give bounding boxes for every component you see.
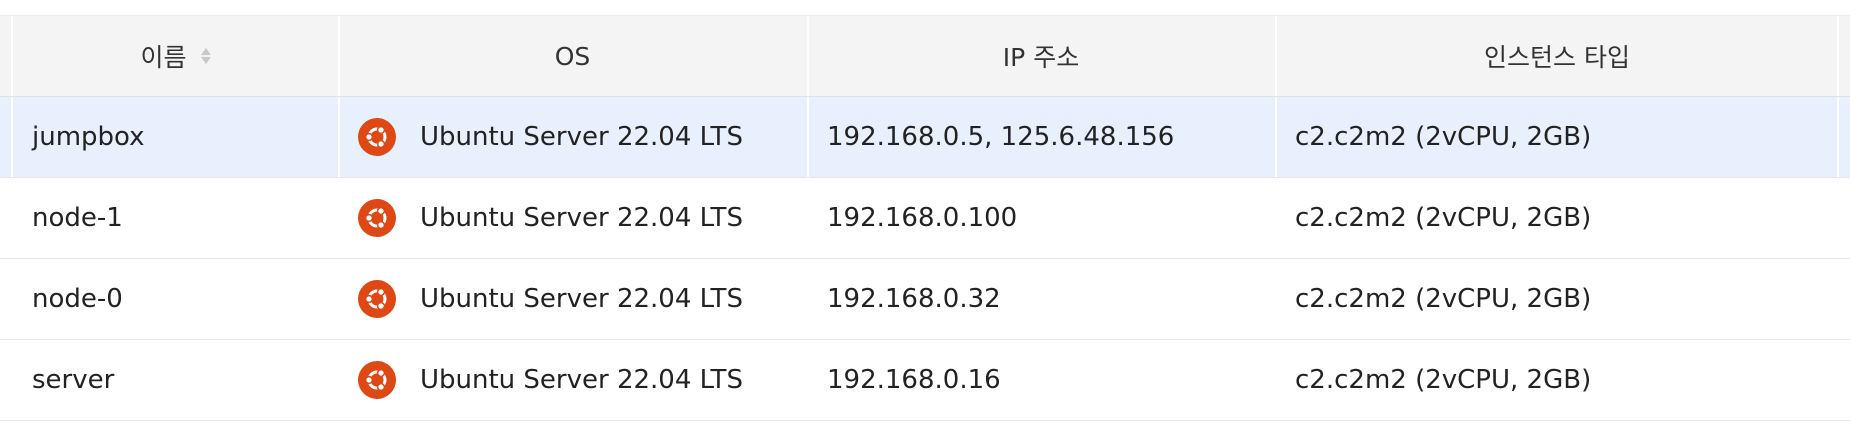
table-row[interactable]: node-1 Ubuntu Server 22.04 LTS 192.168.0… (0, 178, 1850, 259)
column-header-name-label: 이름 (140, 43, 187, 72)
instance-table: 이름 OS IP 주소 인스턴스 타입 jumpbox Ubuntu Serve… (0, 15, 1850, 421)
instance-name[interactable]: jumpbox (32, 122, 145, 152)
os-name: Ubuntu Server 22.04 LTS (420, 365, 743, 395)
instance-type: c2.c2m2 (2vCPU, 2GB) (1295, 122, 1592, 152)
column-header-instance-type: 인스턴스 타입 (1275, 16, 1839, 96)
cell-os: Ubuntu Server 22.04 LTS (338, 178, 807, 258)
ip-address: 192.168.0.16 (827, 365, 1001, 395)
ip-address: 192.168.0.32 (827, 284, 1001, 314)
cell-instance-type: c2.c2m2 (2vCPU, 2GB) (1275, 97, 1839, 177)
column-header-instance-type-label: 인스턴스 타입 (1484, 43, 1630, 72)
cell-instance-type: c2.c2m2 (2vCPU, 2GB) (1275, 340, 1839, 420)
ip-address: 192.168.0.100 (827, 203, 1018, 233)
column-header-ip: IP 주소 (807, 16, 1275, 96)
cell-name: node-0 (13, 259, 338, 339)
column-divider (1837, 16, 1839, 96)
column-header-os-label: OS (554, 41, 591, 71)
cell-name: jumpbox (13, 97, 338, 177)
instance-type: c2.c2m2 (2vCPU, 2GB) (1295, 203, 1592, 233)
cell-os: Ubuntu Server 22.04 LTS (338, 97, 807, 177)
ubuntu-icon (358, 280, 396, 318)
cell-name: node-1 (13, 178, 338, 258)
column-header-ip-label: IP 주소 (1002, 43, 1080, 72)
cell-ip: 192.168.0.100 (807, 178, 1275, 258)
instance-type: c2.c2m2 (2vCPU, 2GB) (1295, 365, 1592, 395)
cell-ip: 192.168.0.16 (807, 340, 1275, 420)
cell-ip: 192.168.0.5, 125.6.48.156 (807, 97, 1275, 177)
table-header-row: 이름 OS IP 주소 인스턴스 타입 (0, 15, 1850, 97)
ip-address: 192.168.0.5, 125.6.48.156 (827, 122, 1175, 152)
cell-instance-type: c2.c2m2 (2vCPU, 2GB) (1275, 178, 1839, 258)
ubuntu-icon (358, 361, 396, 399)
cell-os: Ubuntu Server 22.04 LTS (338, 259, 807, 339)
ubuntu-icon (358, 118, 396, 156)
os-name: Ubuntu Server 22.04 LTS (420, 122, 743, 152)
instance-type: c2.c2m2 (2vCPU, 2GB) (1295, 284, 1592, 314)
cell-name: server (13, 340, 338, 420)
cell-instance-type: c2.c2m2 (2vCPU, 2GB) (1275, 259, 1839, 339)
table-row[interactable]: server Ubuntu Server 22.04 LTS 192.168.0… (0, 340, 1850, 421)
cell-ip: 192.168.0.32 (807, 259, 1275, 339)
sort-icon[interactable] (200, 48, 211, 64)
instance-name[interactable]: node-0 (32, 284, 123, 314)
ubuntu-icon (358, 199, 396, 237)
table-row[interactable]: jumpbox Ubuntu Server 22.04 LTS 192.168.… (0, 97, 1850, 178)
os-name: Ubuntu Server 22.04 LTS (420, 284, 743, 314)
table-row[interactable]: node-0 Ubuntu Server 22.04 LTS 192.168.0… (0, 259, 1850, 340)
os-name: Ubuntu Server 22.04 LTS (420, 203, 743, 233)
cell-os: Ubuntu Server 22.04 LTS (338, 340, 807, 420)
instance-name[interactable]: server (32, 365, 114, 395)
instance-name[interactable]: node-1 (32, 203, 123, 233)
column-header-name[interactable]: 이름 (13, 16, 338, 96)
column-header-os: OS (338, 16, 807, 96)
